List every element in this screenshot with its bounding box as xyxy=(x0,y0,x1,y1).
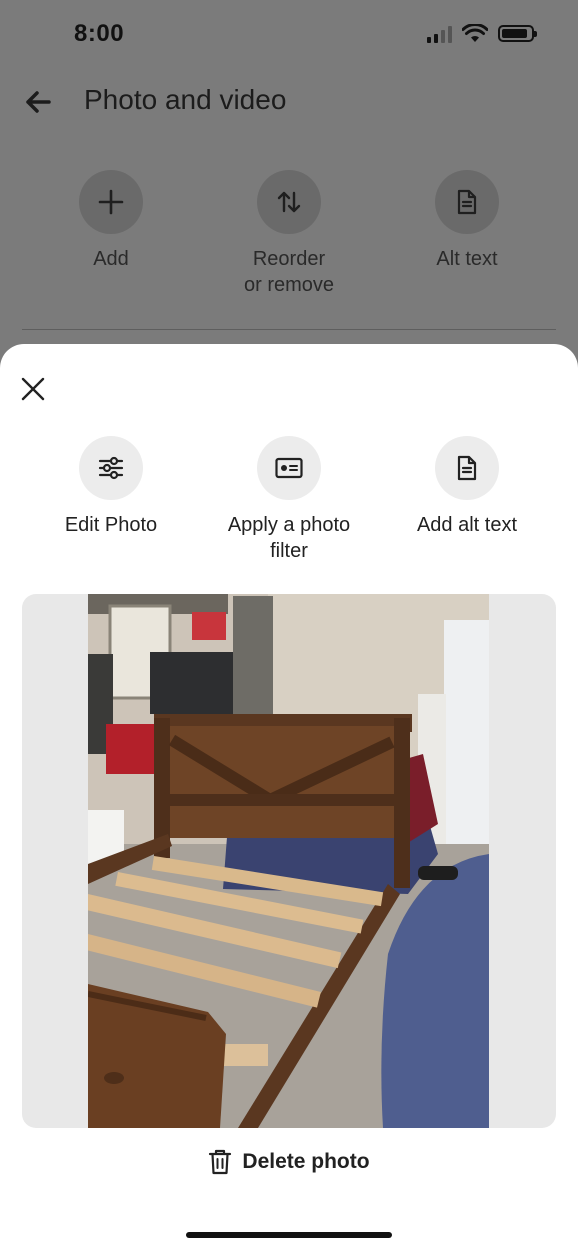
status-time: 8:00 xyxy=(74,20,125,47)
page-title: Photo and video xyxy=(84,84,287,115)
trash-icon xyxy=(209,1149,232,1175)
delete-photo-button[interactable]: Delete photo xyxy=(0,1144,578,1180)
edit-photo-button[interactable]: Edit Photo xyxy=(22,436,200,564)
add-label: Add xyxy=(93,248,129,270)
edit-photo-label: Edit Photo xyxy=(64,514,158,536)
alt-text-button[interactable]: Alt text xyxy=(378,170,556,298)
home-indicator[interactable] xyxy=(186,1232,392,1238)
wifi-icon xyxy=(462,24,488,42)
media-actions: Add Reorder or remove Alt text xyxy=(22,170,556,298)
battery-icon xyxy=(498,25,537,42)
photo-options-sheet: Edit Photo Apply a photo filter Add alt … xyxy=(0,344,578,1250)
add-alt-text-label: Add alt text xyxy=(416,514,518,536)
photo-preview xyxy=(22,594,556,1128)
filter-icon xyxy=(275,457,303,479)
plus-icon xyxy=(98,189,124,215)
reorder-remove-button[interactable]: Reorder or remove xyxy=(200,170,378,298)
apply-filter-button[interactable]: Apply a photo filter xyxy=(200,436,378,564)
document-icon xyxy=(457,455,477,481)
document-icon xyxy=(457,189,477,215)
reorder-icon xyxy=(277,191,301,213)
add-media-button[interactable]: Add xyxy=(22,170,200,298)
sliders-icon xyxy=(98,456,124,480)
back-arrow-icon[interactable] xyxy=(22,86,54,118)
wooden-bed-frame-photo xyxy=(88,594,489,1128)
alt-text-label: Alt text xyxy=(436,248,498,270)
status-bar: 8:00 xyxy=(0,0,578,70)
divider xyxy=(22,329,556,330)
reorder-label: Reorder or remove xyxy=(243,248,335,296)
delete-photo-label: Delete photo xyxy=(242,1150,370,1173)
close-icon[interactable] xyxy=(18,374,48,404)
add-alt-text-button[interactable]: Add alt text xyxy=(378,436,556,564)
apply-filter-label: Apply a photo filter xyxy=(227,514,351,562)
header: Photo and video xyxy=(0,70,578,134)
cellular-signal-icon xyxy=(427,25,452,43)
status-icons xyxy=(427,24,537,43)
photo-actions: Edit Photo Apply a photo filter Add alt … xyxy=(22,436,556,564)
